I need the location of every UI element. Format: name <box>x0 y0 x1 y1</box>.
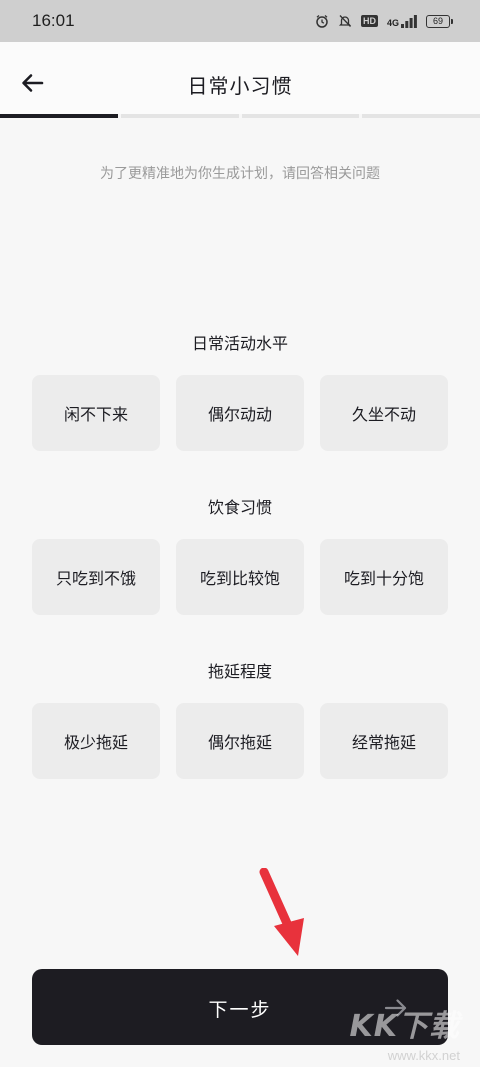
red-pointer-arrow-icon <box>258 867 314 964</box>
status-bar: 16:01 HD 4G 69 <box>0 0 480 42</box>
progress-step-2 <box>120 114 239 118</box>
page-title: 日常小习惯 <box>187 74 293 98</box>
section-title-procrastination: 拖延程度 <box>207 662 272 681</box>
network-label: 4G <box>386 17 399 28</box>
app-header: 日常小习惯 <box>0 42 480 114</box>
status-time: 16:01 <box>32 11 75 30</box>
option-diet-1[interactable]: 只吃到不饿 <box>32 539 160 615</box>
section-title-activity-level: 日常活动水平 <box>191 334 288 353</box>
page-subtitle: 为了更精准地为你生成计划，请回答相关问题 <box>100 166 380 182</box>
option-activity-3[interactable]: 久坐不动 <box>320 375 448 451</box>
section-title-diet-habit: 饮食习惯 <box>207 498 272 517</box>
battery-level: 69 <box>432 16 443 26</box>
progress-step-1 <box>0 114 118 118</box>
signal-icon: 4G <box>386 14 417 28</box>
watermark-text: KK下载 <box>349 1009 460 1044</box>
diet-habit-options: 只吃到不饿 吃到比较饱 吃到十分饱 <box>32 539 448 615</box>
option-activity-2[interactable]: 偶尔动动 <box>176 375 304 451</box>
option-diet-3[interactable]: 吃到十分饱 <box>320 539 448 615</box>
hd-icon: HD <box>360 15 378 27</box>
option-activity-1[interactable]: 闲不下来 <box>32 375 160 451</box>
step-progress <box>0 114 480 118</box>
progress-step-3 <box>241 114 360 118</box>
procrastination-options: 极少拖延 偶尔拖延 经常拖延 <box>32 703 448 779</box>
activity-level-options: 闲不下来 偶尔动动 久坐不动 <box>32 375 448 451</box>
progress-step-4 <box>362 114 480 118</box>
option-procrastination-3[interactable]: 经常拖延 <box>320 703 448 779</box>
option-procrastination-2[interactable]: 偶尔拖延 <box>176 703 304 779</box>
option-procrastination-1[interactable]: 极少拖延 <box>32 703 160 779</box>
battery-icon: 69 <box>426 14 453 28</box>
option-diet-2[interactable]: 吃到比较饱 <box>176 539 304 615</box>
mute-icon <box>338 14 352 28</box>
alarm-icon <box>315 14 329 28</box>
watermark: KK下载 www.kkx.net <box>340 1001 461 1063</box>
watermark-url: www.kkx.net <box>387 1048 460 1063</box>
status-icons: HD 4G 69 <box>315 14 453 28</box>
